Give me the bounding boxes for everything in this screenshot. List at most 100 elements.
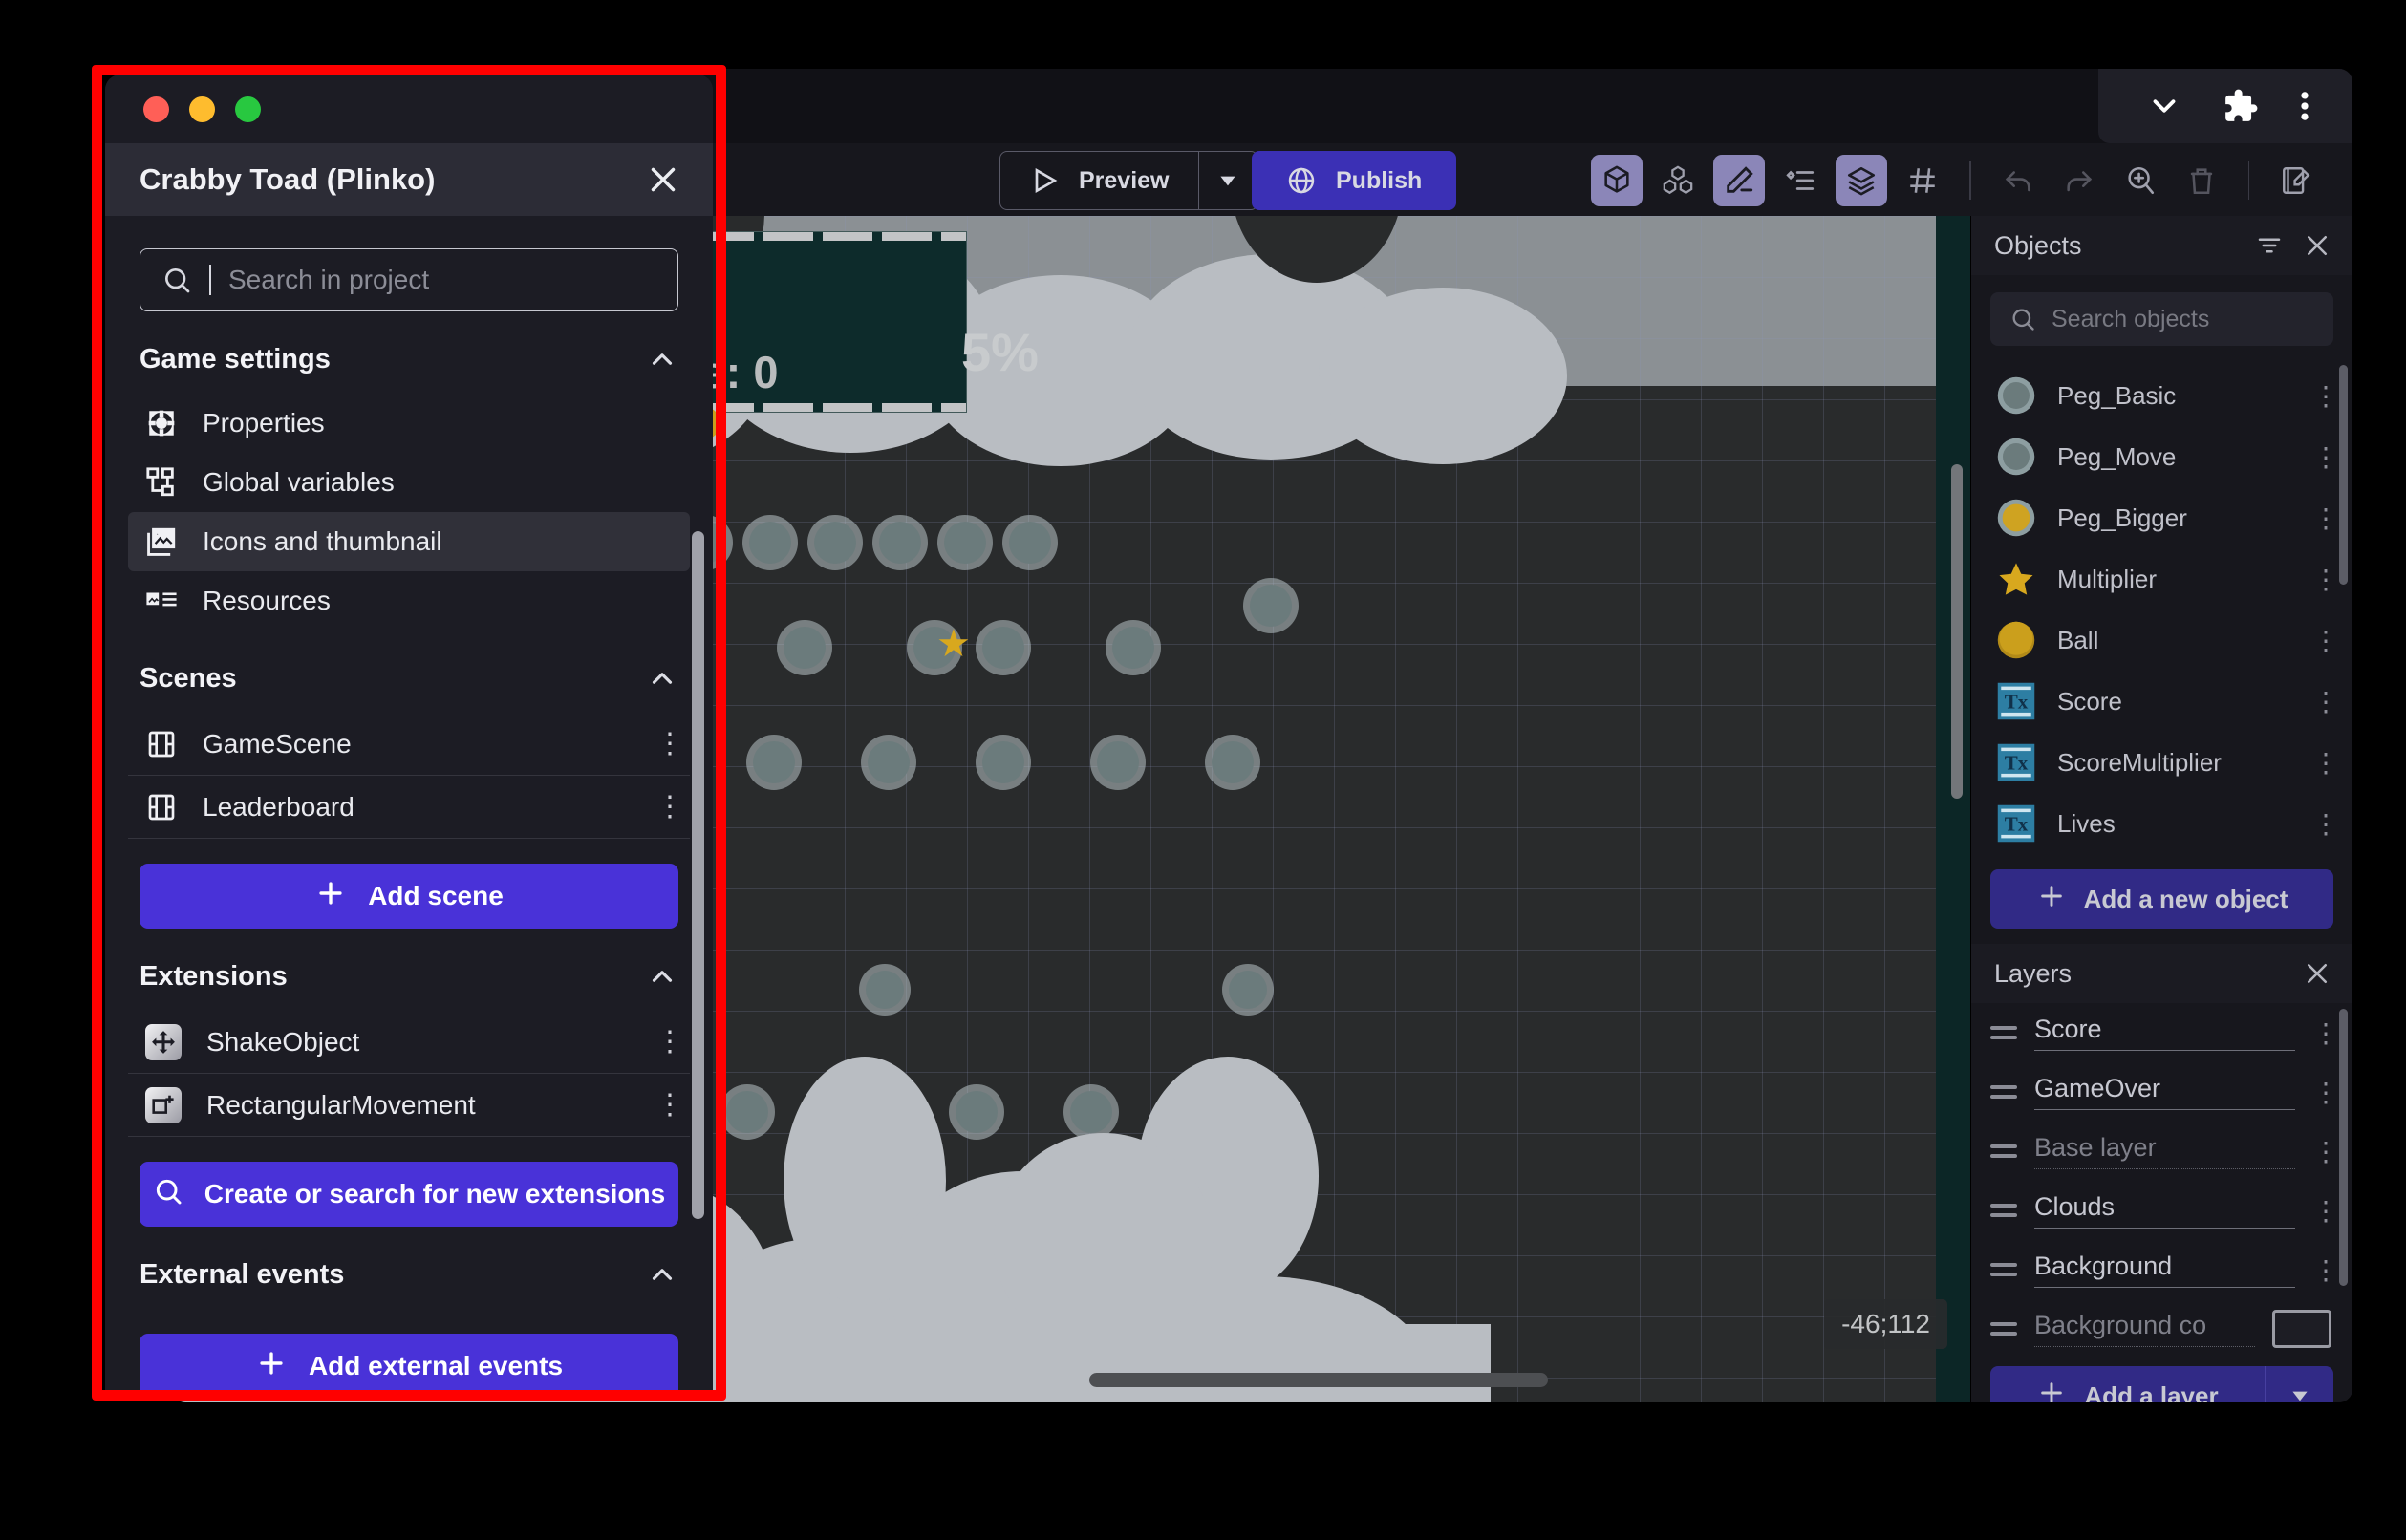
trash-icon[interactable] xyxy=(2176,155,2227,206)
project-panel-scrollbar[interactable] xyxy=(692,531,704,1219)
layer-row-background[interactable]: Background ⋮ xyxy=(1971,1240,2352,1299)
drag-handle-icon[interactable] xyxy=(1990,1144,2017,1158)
multiplier-star[interactable]: ★ xyxy=(936,625,971,663)
object-row-peg-move[interactable]: Peg_Move ⋮ xyxy=(1971,426,2352,487)
redo-icon[interactable] xyxy=(2053,155,2105,206)
close-window-button[interactable] xyxy=(143,96,169,122)
sidebar-item-resources[interactable]: Resources xyxy=(128,571,690,631)
minimize-window-button[interactable] xyxy=(189,96,215,122)
add-scene-button[interactable]: Add scene xyxy=(140,864,678,929)
object-row-peg-bigger[interactable]: Peg_Bigger ⋮ xyxy=(1971,487,2352,548)
section-external-events-header[interactable]: External events xyxy=(105,1240,713,1309)
chevron-up-icon[interactable] xyxy=(646,960,678,993)
layer-menu-icon[interactable]: ⋮ xyxy=(2312,1019,2339,1046)
layer-menu-icon[interactable]: ⋮ xyxy=(2312,1197,2339,1224)
publish-button[interactable]: Publish xyxy=(1252,151,1457,210)
section-scenes-header[interactable]: Scenes xyxy=(105,644,713,713)
layer-row-clouds[interactable]: Clouds ⋮ xyxy=(1971,1181,2352,1240)
create-or-search-extensions-button[interactable]: Create or search for new extensions xyxy=(140,1162,678,1227)
instances-icon[interactable] xyxy=(1652,155,1704,206)
chevron-up-icon[interactable] xyxy=(646,1258,678,1291)
layer-row-base-layer[interactable]: Base layer ⋮ xyxy=(1971,1122,2352,1181)
layers-stack-icon[interactable] xyxy=(1836,155,1887,206)
layer-row-score[interactable]: Score ⋮ xyxy=(1971,1003,2352,1062)
drag-handle-icon[interactable] xyxy=(1990,1204,2017,1217)
sidebar-item-global-variables[interactable]: Global variables xyxy=(128,453,690,512)
scene-row-gamescene[interactable]: GameScene ⋮ xyxy=(128,713,690,776)
drag-handle-icon[interactable] xyxy=(1990,1263,2017,1276)
extension-menu-icon[interactable]: ⋮ xyxy=(655,1027,684,1055)
add-layer-button-group[interactable]: Add a layer xyxy=(1990,1366,2333,1402)
edit-pencil-icon[interactable] xyxy=(1713,155,1765,206)
layer-menu-icon[interactable]: ⋮ xyxy=(2312,1079,2339,1105)
chevron-up-icon[interactable] xyxy=(646,343,678,375)
undo-icon[interactable] xyxy=(1992,155,2044,206)
object-menu-icon[interactable]: ⋮ xyxy=(2312,443,2339,470)
zoom-in-icon[interactable] xyxy=(2115,155,2166,206)
layer-row-gameover[interactable]: GameOver ⋮ xyxy=(1971,1062,2352,1122)
object-row-ball[interactable]: Ball ⋮ xyxy=(1971,610,2352,671)
scene-menu-icon[interactable]: ⋮ xyxy=(655,792,684,820)
add-external-events-button[interactable]: Add external events xyxy=(140,1334,678,1393)
svg-text:Tx: Tx xyxy=(2005,813,2029,836)
section-title: External events xyxy=(140,1258,345,1290)
canvas-vertical-scrollbar[interactable] xyxy=(1951,464,1963,799)
sidebar-item-properties[interactable]: Properties xyxy=(128,394,690,453)
drag-handle-icon[interactable] xyxy=(1990,1085,2017,1099)
project-search-field[interactable]: Search in project xyxy=(140,248,678,311)
objects-scrollbar[interactable] xyxy=(2339,365,2348,585)
open-editor-icon[interactable] xyxy=(2270,155,2322,206)
object-menu-icon[interactable]: ⋮ xyxy=(2312,749,2339,776)
maximize-window-button[interactable] xyxy=(235,96,261,122)
preview-button[interactable]: Preview xyxy=(1000,152,1198,209)
object-menu-icon[interactable]: ⋮ xyxy=(2312,810,2339,837)
extension-row-shakeobject[interactable]: ShakeObject ⋮ xyxy=(128,1011,690,1074)
object-menu-icon[interactable]: ⋮ xyxy=(2312,627,2339,653)
preview-dropdown-button[interactable] xyxy=(1197,152,1257,209)
extension-row-rectangularmovement[interactable]: RectangularMovement ⋮ xyxy=(128,1074,690,1137)
objects-search-field[interactable] xyxy=(1990,292,2352,346)
layer-menu-icon[interactable]: ⋮ xyxy=(2312,1138,2339,1165)
window-traffic-lights xyxy=(105,75,713,143)
publish-label: Publish xyxy=(1336,166,1423,194)
object-menu-icon[interactable]: ⋮ xyxy=(2312,566,2339,592)
properties-list-icon[interactable] xyxy=(1774,155,1826,206)
section-extensions-header[interactable]: Extensions xyxy=(105,942,713,1011)
background-color-swatch[interactable] xyxy=(2272,1310,2331,1348)
add-layer-dropdown-button[interactable] xyxy=(2265,1366,2333,1402)
grid-icon[interactable] xyxy=(1897,155,1948,206)
extension-menu-icon[interactable]: ⋮ xyxy=(655,1090,684,1118)
close-icon[interactable] xyxy=(2303,231,2331,260)
object-row-peg-basic[interactable]: Peg_Basic ⋮ xyxy=(1971,365,2352,426)
object-row-scoremultiplier[interactable]: Tx ScoreMultiplier ⋮ xyxy=(1971,732,2352,793)
layers-scrollbar[interactable] xyxy=(2339,1009,2348,1286)
close-icon[interactable] xyxy=(646,162,680,197)
layer-row-background-color[interactable]: Background co xyxy=(1971,1299,2352,1358)
add-layer-button[interactable]: Add a layer xyxy=(1990,1366,2265,1402)
object-menu-icon[interactable]: ⋮ xyxy=(2312,382,2339,409)
drag-handle-icon[interactable] xyxy=(1990,1322,2017,1336)
scene-menu-icon[interactable]: ⋮ xyxy=(655,729,684,757)
window-controls xyxy=(2098,69,2352,143)
section-game-settings-header[interactable]: Game settings xyxy=(105,325,713,394)
object-menu-icon[interactable]: ⋮ xyxy=(2312,504,2339,531)
layer-menu-icon[interactable]: ⋮ xyxy=(2312,1256,2339,1283)
search-objects-input[interactable] xyxy=(2052,305,2352,333)
object-menu-icon[interactable]: ⋮ xyxy=(2312,688,2339,715)
object-row-lives[interactable]: Tx Lives ⋮ xyxy=(1971,793,2352,854)
filter-icon[interactable] xyxy=(2255,231,2284,260)
object-row-multiplier[interactable]: Multiplier ⋮ xyxy=(1971,548,2352,610)
scene-row-leaderboard[interactable]: Leaderboard ⋮ xyxy=(128,776,690,839)
add-new-object-button[interactable]: Add a new object xyxy=(1990,869,2333,929)
kebab-menu-icon[interactable] xyxy=(2299,88,2310,124)
close-icon[interactable] xyxy=(2303,959,2331,988)
canvas-horizontal-scrollbar[interactable] xyxy=(1089,1373,1548,1387)
sidebar-item-icons-and-thumbnail[interactable]: Icons and thumbnail xyxy=(128,512,690,571)
object-row-score[interactable]: Tx Score ⋮ xyxy=(1971,671,2352,732)
puzzle-piece-icon[interactable] xyxy=(2223,88,2259,124)
preview-button-group[interactable]: Preview xyxy=(999,151,1258,210)
object-3d-icon[interactable] xyxy=(1591,155,1643,206)
chevron-down-icon[interactable] xyxy=(2146,88,2182,124)
drag-handle-icon[interactable] xyxy=(1990,1026,2017,1039)
chevron-up-icon[interactable] xyxy=(646,662,678,695)
